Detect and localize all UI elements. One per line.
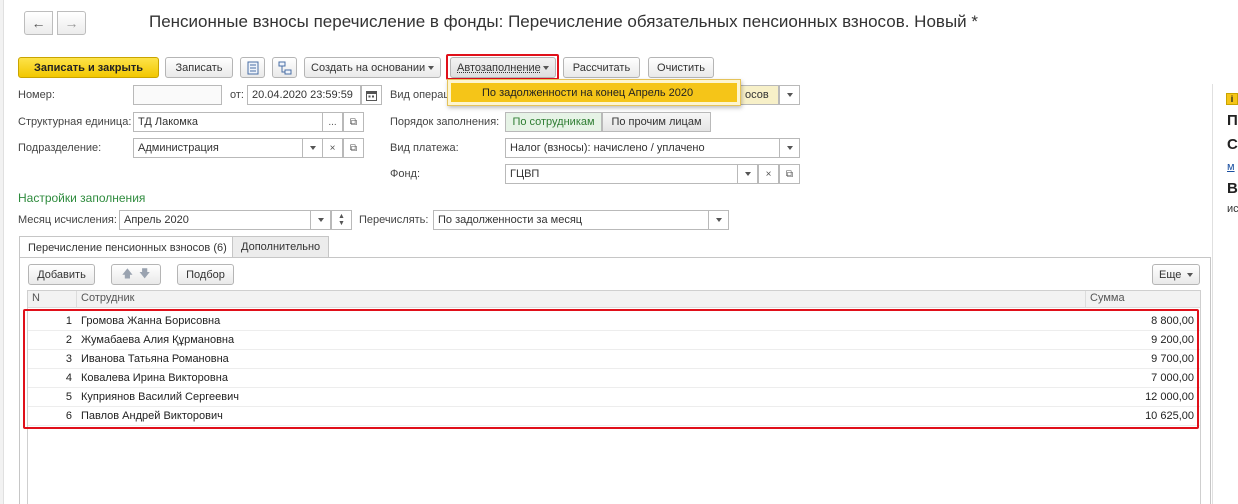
hierarchy-icon xyxy=(278,61,291,74)
create-based-label: Создать на основании xyxy=(311,61,426,74)
calendar-icon xyxy=(366,90,377,101)
pick-button[interactable]: Подбор xyxy=(177,264,234,285)
operation-label: Вид операц xyxy=(390,89,450,101)
chevron-down-icon xyxy=(786,146,793,150)
open-window-icon: ⧉ xyxy=(785,168,794,180)
arrow-up-icon[interactable]: 🡅 xyxy=(122,265,133,284)
tab-additional[interactable]: Дополнительно xyxy=(232,236,330,257)
chevron-down-icon xyxy=(309,146,316,150)
open-window-icon: ⧉ xyxy=(349,116,358,128)
chevron-down-icon xyxy=(744,172,751,176)
autofill-button[interactable]: Автозаполнение xyxy=(450,57,556,78)
operation-dropdown-button[interactable] xyxy=(779,85,800,105)
fund-open-button[interactable]: ⧉ xyxy=(779,164,800,184)
fund-field[interactable]: ГЦВП xyxy=(505,164,738,184)
forward-button[interactable]: → xyxy=(57,11,86,35)
calendar-button[interactable] xyxy=(361,85,382,105)
fund-dropdown-button[interactable] xyxy=(737,164,758,184)
chevron-down-icon xyxy=(715,218,722,222)
department-clear-button[interactable]: × xyxy=(322,138,343,158)
chevron-down-icon xyxy=(428,65,434,70)
fund-label: Фонд: xyxy=(390,168,421,180)
more-button[interactable]: Еще xyxy=(1152,264,1200,285)
report-button[interactable] xyxy=(240,57,265,78)
unit-label: Структурная единица: xyxy=(18,116,132,128)
column-amount: Сумма xyxy=(1090,292,1125,304)
column-n: N xyxy=(32,292,40,304)
stepper-up-icon: ▲ xyxy=(338,213,345,220)
chevron-down-icon xyxy=(317,218,324,222)
save-close-button[interactable]: Записать и закрыть xyxy=(18,57,159,78)
left-edge-bar xyxy=(0,0,4,504)
ellipsis-icon: ... xyxy=(328,116,337,128)
fill-order-label: Порядок заполнения: xyxy=(390,116,500,128)
department-label: Подразделение: xyxy=(18,142,102,154)
open-window-icon: ⧉ xyxy=(349,142,358,154)
department-dropdown-button[interactable] xyxy=(302,138,323,158)
side-link[interactable]: м xyxy=(1227,161,1235,173)
number-label: Номер: xyxy=(18,89,55,101)
back-button[interactable]: ← xyxy=(24,11,53,35)
department-field[interactable]: Администрация xyxy=(133,138,303,158)
payment-type-dropdown-button[interactable] xyxy=(779,138,800,158)
table-header: N Сотрудник Сумма xyxy=(28,291,1200,308)
arrow-right-icon: → xyxy=(64,15,79,31)
payment-type-field[interactable]: Налог (взносы): начислено / уплачено xyxy=(505,138,780,158)
save-button[interactable]: Записать xyxy=(165,57,233,78)
unit-open-button[interactable]: ⧉ xyxy=(343,112,364,132)
transfer-field[interactable]: По задолженности за месяц xyxy=(433,210,709,230)
date-field[interactable]: 20.04.2020 23:59:59 xyxy=(247,85,361,105)
date-label: от: xyxy=(230,89,244,101)
side-text-3: В xyxy=(1227,180,1238,197)
close-icon: × xyxy=(329,142,336,154)
autofill-menu: По задолженности на конец Апрель 2020 xyxy=(447,79,741,106)
autofill-menu-item[interactable]: По задолженности на конец Апрель 2020 xyxy=(451,83,737,102)
calculate-button[interactable]: Рассчитать xyxy=(563,57,640,78)
arrow-down-icon[interactable]: 🡇 xyxy=(139,265,150,284)
unit-select-button[interactable]: ... xyxy=(322,112,343,132)
fill-order-by-employees[interactable]: По сотрудникам xyxy=(505,112,602,132)
side-text-1: П xyxy=(1227,112,1238,129)
chevron-down-icon xyxy=(1187,272,1193,277)
fill-settings-heading: Настройки заполнения xyxy=(18,191,146,205)
column-divider xyxy=(1085,291,1086,308)
department-open-button[interactable]: ⧉ xyxy=(343,138,364,158)
add-button[interactable]: Добавить xyxy=(28,264,95,285)
side-text-4: ис xyxy=(1227,203,1238,215)
page-title: Пенсионные взносы перечисление в фонды: … xyxy=(149,12,978,31)
column-employee: Сотрудник xyxy=(81,292,135,304)
more-label: Еще xyxy=(1159,268,1182,281)
move-buttons[interactable]: 🡅 🡇 xyxy=(111,264,161,285)
clear-button[interactable]: Очистить xyxy=(648,57,714,78)
fund-clear-button[interactable]: × xyxy=(758,164,779,184)
right-side-panel: i П С м В ис xyxy=(1212,84,1238,504)
month-field[interactable]: Апрель 2020 xyxy=(119,210,311,230)
info-icon: i xyxy=(1226,93,1238,105)
structure-button[interactable] xyxy=(272,57,297,78)
arrow-left-icon: ← xyxy=(31,15,46,31)
create-based-button[interactable]: Создать на основании xyxy=(304,57,441,78)
rows-highlight xyxy=(23,309,1199,429)
month-label: Месяц исчисления: xyxy=(18,214,117,226)
autofill-label: Автозаполнение xyxy=(457,61,541,74)
operation-field[interactable]: осов xyxy=(740,85,779,105)
column-divider xyxy=(76,291,77,308)
month-dropdown-button[interactable] xyxy=(310,210,331,230)
document-icon xyxy=(247,61,258,74)
chevron-down-icon xyxy=(543,65,549,70)
chevron-down-icon xyxy=(786,93,793,97)
month-stepper[interactable]: ▲ ▼ xyxy=(331,210,352,230)
tab-pension-transfer[interactable]: Перечисление пенсионных взносов (6) xyxy=(19,236,236,258)
close-icon: × xyxy=(765,168,772,180)
payment-type-label: Вид платежа: xyxy=(390,142,459,154)
unit-field[interactable]: ТД Лакомка xyxy=(133,112,323,132)
side-text-2: С xyxy=(1227,136,1238,153)
transfer-label: Перечислять: xyxy=(359,214,429,226)
fill-order-by-others[interactable]: По прочим лицам xyxy=(602,112,711,132)
number-field[interactable] xyxy=(133,85,222,105)
stepper-down-icon: ▼ xyxy=(338,220,345,227)
transfer-dropdown-button[interactable] xyxy=(708,210,729,230)
